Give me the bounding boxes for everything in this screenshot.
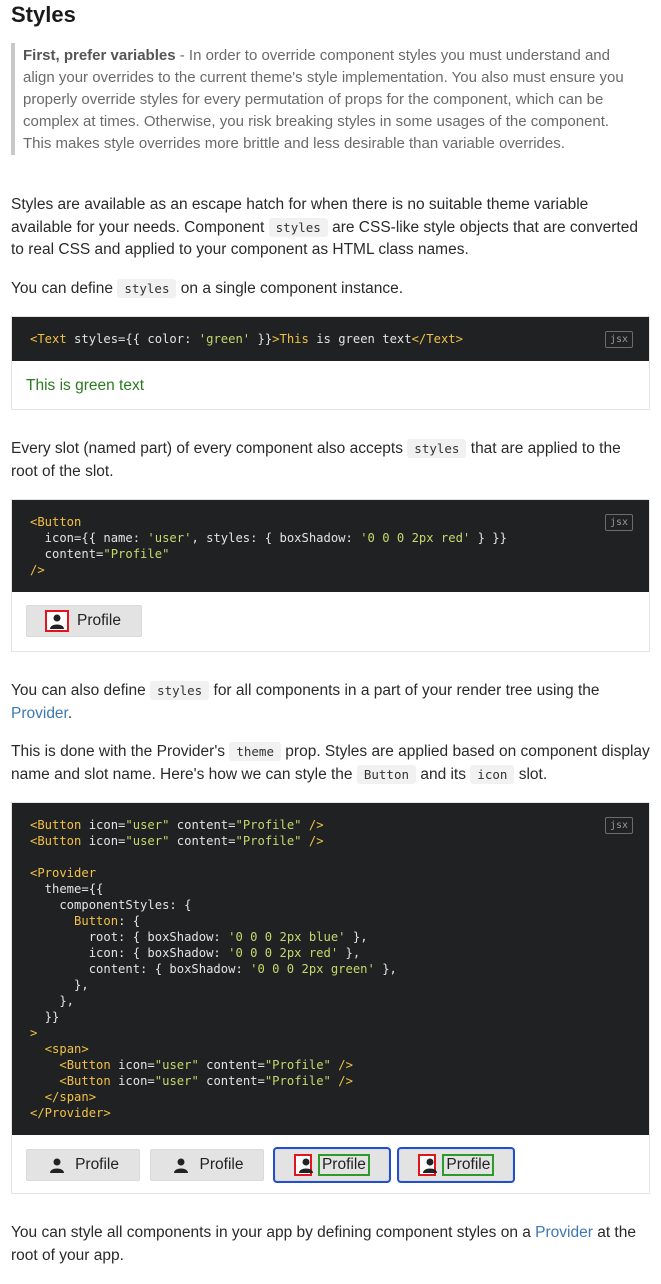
text: You can style all components in your app… [11, 1224, 536, 1241]
profile-button[interactable]: Profile [26, 605, 142, 637]
text: slot. [514, 765, 548, 783]
code-block[interactable]: jsx <Button icon={{ name: 'user', styles:… [12, 500, 649, 592]
lang-badge: jsx [604, 514, 633, 531]
example-3: jsx <Button icon="user" content="Profile"… [11, 802, 650, 1194]
profile-button-plain-1[interactable]: Profile [26, 1149, 140, 1181]
profile-button-styled-1[interactable]: Profile [274, 1149, 389, 1181]
text: for all components in a part of your ren… [209, 682, 600, 699]
callout-bold: First, prefer variables [23, 47, 176, 64]
code-block[interactable]: jsx <Text styles={{ color: 'green' }}>Thi… [12, 317, 649, 361]
paragraph-provider: You can also define styles for all compo… [11, 680, 651, 725]
user-icon [171, 1156, 189, 1174]
profile-button-plain-2[interactable]: Profile [150, 1149, 265, 1181]
lang-badge: jsx [604, 817, 633, 834]
inline-code: icon [470, 764, 515, 784]
user-icon [47, 1156, 65, 1174]
paragraph-styles-intro: Styles are available as an escape hatch … [11, 194, 651, 262]
user-icon [295, 1156, 313, 1174]
button-label: Profile [75, 1156, 119, 1173]
inline-code: theme [229, 742, 281, 761]
inline-code: styles [268, 217, 328, 237]
green-text: This is green text [26, 377, 145, 394]
button-label: Profile [446, 1156, 491, 1173]
text: on a single component instance. [176, 280, 404, 297]
text: Every slot (named part) of every compone… [11, 440, 408, 457]
button-label: Profile [321, 1156, 366, 1173]
lang-badge: jsx [604, 331, 633, 348]
button-label: Profile [77, 612, 121, 629]
example-1: jsx <Text styles={{ color: 'green' }}>Thi… [11, 316, 650, 410]
inline-code: styles [117, 279, 177, 298]
text: . [67, 704, 73, 722]
provider-link[interactable]: Provider [11, 705, 68, 722]
paragraph-app-root: You can style all components in your app… [11, 1222, 651, 1267]
user-icon [420, 1156, 438, 1174]
paragraph-define-styles: You can define styles on a single compon… [11, 278, 651, 301]
text: You can also define [11, 682, 151, 699]
paragraph-theme-prop: This is done with the Provider's theme p… [11, 741, 651, 786]
example-2: jsx <Button icon={{ name: 'user', styles:… [11, 499, 650, 652]
provider-link[interactable]: Provider [535, 1224, 593, 1241]
paragraph-slots: Every slot (named part) of every compone… [11, 438, 651, 483]
example-preview: Profile Profile Profile Profile [12, 1135, 649, 1195]
inline-code: Button [356, 764, 417, 784]
example-preview: Profile [12, 592, 649, 650]
profile-button-styled-2[interactable]: Profile [399, 1149, 514, 1181]
text: and its [416, 765, 471, 783]
user-icon [47, 612, 67, 630]
text: You can define [11, 280, 118, 297]
callout-note: First, prefer variables - In order to ov… [11, 43, 641, 155]
button-label: Profile [199, 1156, 244, 1173]
code-block[interactable]: jsx <Button icon="user" content="Profile"… [12, 803, 649, 1135]
example-preview: This is green text [12, 361, 649, 409]
text: This is done with the Provider's [11, 743, 230, 760]
inline-code: styles [150, 681, 210, 700]
page-title: Styles [11, 2, 76, 27]
inline-code: styles [407, 439, 467, 458]
